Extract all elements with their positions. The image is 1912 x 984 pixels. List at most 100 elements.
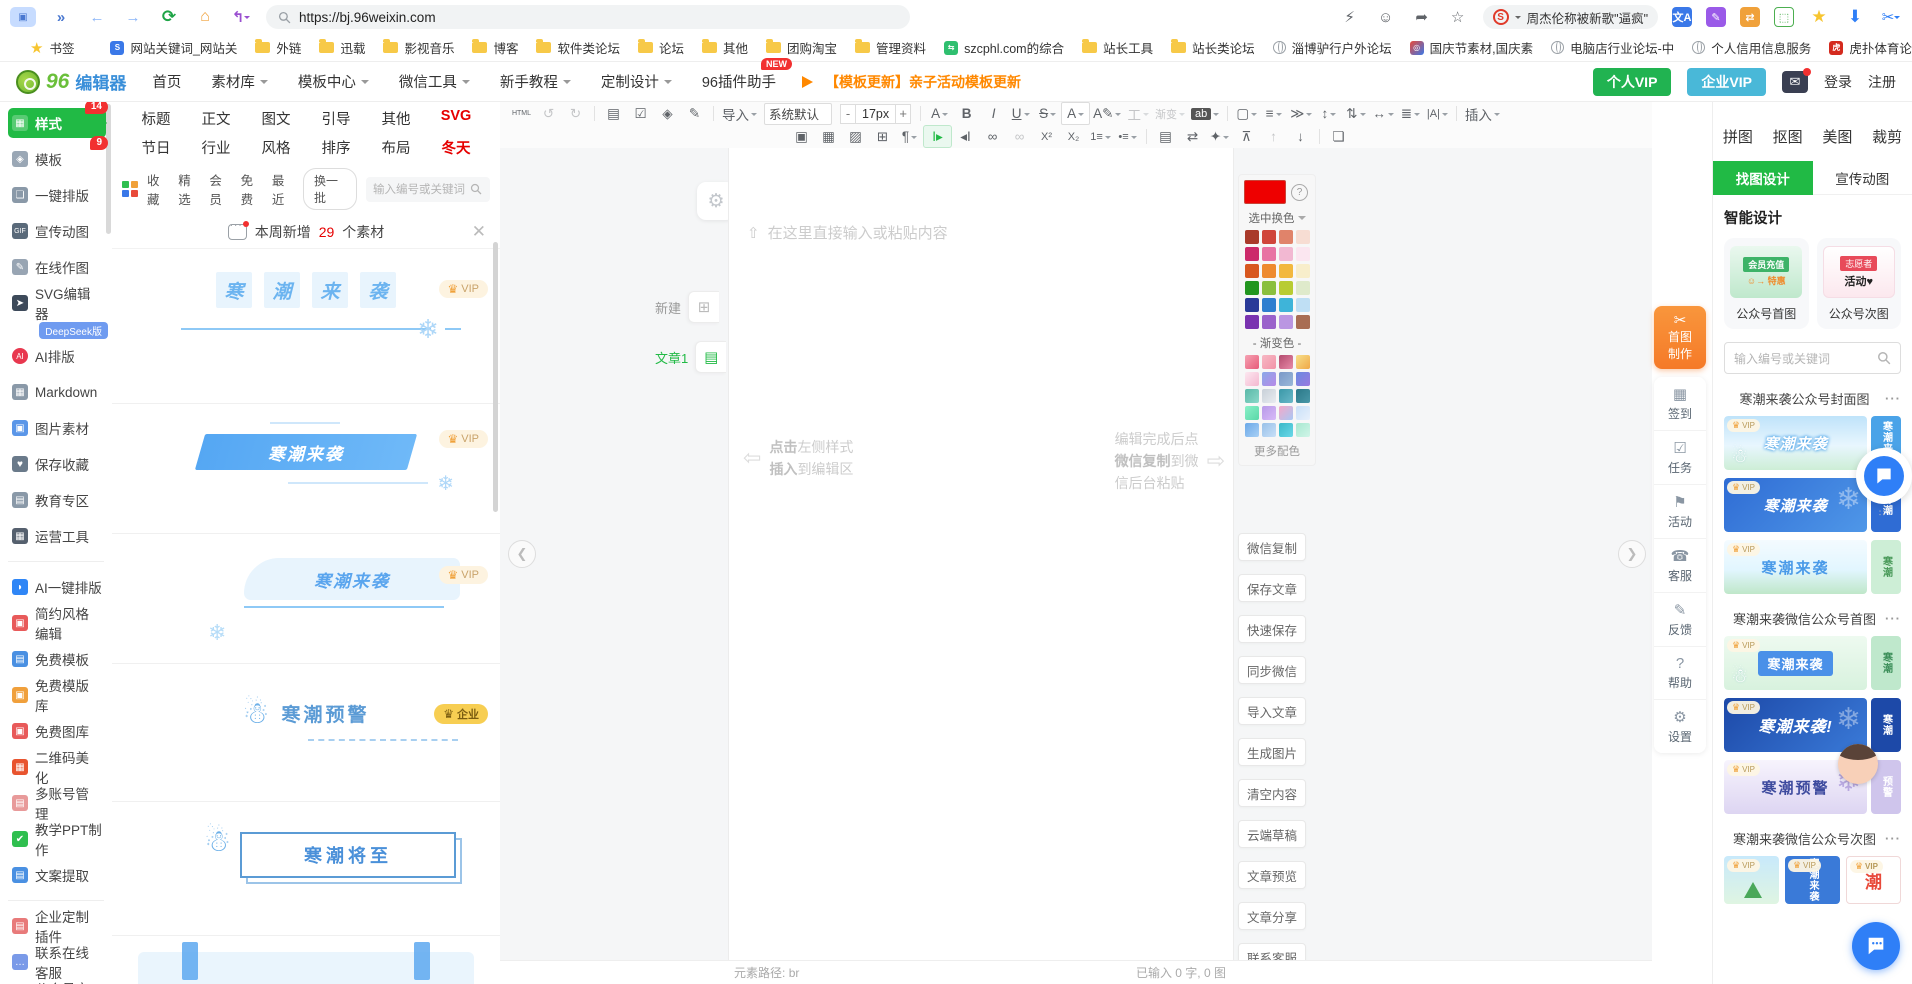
material-card[interactable]: ♛VIP寒潮来袭❄	[112, 422, 500, 534]
color-swatch[interactable]	[1296, 230, 1310, 244]
material-tab-节日[interactable]: 节日	[126, 137, 186, 158]
filter-精选[interactable]: 精选	[178, 170, 200, 208]
more-icon[interactable]: ···	[1885, 391, 1901, 406]
nav-item-素材库[interactable]: 素材库	[211, 71, 268, 92]
action-文章预览[interactable]: 文章预览	[1238, 861, 1306, 889]
sidebar-item-图片素材[interactable]: ▣图片素材	[8, 413, 106, 443]
template-thumb[interactable]: ♛VIP寒潮来袭	[1785, 856, 1840, 904]
float-drag-handle[interactable]: ∷	[1879, 508, 1887, 519]
bookmark-item[interactable]: 博客	[472, 38, 518, 57]
sidebar-item-免费模版库[interactable]: ▣免费模版库	[8, 680, 106, 710]
nav-item-定制设计[interactable]: 定制设计	[601, 71, 672, 92]
image-button[interactable]: ▣	[788, 126, 815, 147]
news-ticker[interactable]: S 周杰伦称被新歌"逼疯"	[1483, 5, 1658, 29]
color-swatch[interactable]	[1279, 230, 1293, 244]
more-colors-link[interactable]: 更多配色	[1244, 443, 1310, 459]
gradient-swatch[interactable]	[1279, 406, 1293, 420]
bookmark-item[interactable]: 电脑店行业论坛-中	[1551, 38, 1674, 57]
list-space-button[interactable]: ≣	[1397, 103, 1424, 124]
current-color-swatch[interactable]	[1244, 180, 1286, 204]
gradient-swatch[interactable]	[1262, 423, 1276, 437]
color-swatch[interactable]	[1262, 247, 1276, 261]
anchor-button[interactable]: ⊼	[1233, 126, 1260, 147]
bookmark-item[interactable]: 站长类论坛	[1171, 38, 1255, 57]
action-同步微信[interactable]: 同步微信	[1238, 656, 1306, 684]
down-button[interactable]: ↓	[1287, 126, 1314, 147]
action-快速保存[interactable]: 快速保存	[1238, 615, 1306, 643]
sidebar-item-免费模板[interactable]: ▤免费模板	[8, 644, 106, 674]
bookmark-item[interactable]: ⇆szcphl.com的综合	[944, 38, 1064, 57]
font-size-decrease[interactable]: -	[840, 104, 856, 124]
color-swatch[interactable]	[1279, 315, 1293, 329]
gradient-swatch[interactable]	[1296, 406, 1310, 420]
color-swatch[interactable]	[1279, 247, 1293, 261]
sup-button[interactable]: X²	[1033, 126, 1060, 147]
material-card[interactable]: ♛VIP寒潮来袭❄	[112, 272, 500, 404]
bookmark-item[interactable]: 影视音乐	[383, 38, 454, 57]
gradient-swatch[interactable]	[1245, 423, 1259, 437]
action-清空内容[interactable]: 清空内容	[1238, 779, 1306, 807]
article-tab-新建[interactable]: 新建⊞	[655, 291, 719, 323]
clean-button[interactable]: ✦	[1206, 126, 1233, 147]
template-banner[interactable]: ♛VIP☃寒潮来袭寒潮	[1724, 636, 1901, 690]
action-微信复制[interactable]: 微信复制	[1238, 533, 1306, 561]
insert-button[interactable]: 插入	[1462, 103, 1503, 124]
color-swatch[interactable]	[1279, 281, 1293, 295]
para-style-button[interactable]: ¶	[896, 126, 923, 147]
gradient-swatch[interactable]	[1262, 406, 1276, 420]
color-swatch[interactable]	[1262, 230, 1276, 244]
color-swatch[interactable]	[1245, 281, 1259, 295]
gradient-swatch[interactable]	[1262, 372, 1276, 386]
gradient-swatch[interactable]	[1279, 355, 1293, 369]
action-云端草稿[interactable]: 云端草稿	[1238, 820, 1306, 848]
bold-button[interactable]: B	[953, 103, 980, 124]
font-family-select[interactable]: 系统默认	[764, 103, 832, 125]
gradient-button[interactable]: 渐变	[1152, 103, 1188, 124]
template-thumb[interactable]: ♛VIP潮	[1846, 856, 1901, 904]
service-avatar[interactable]	[1838, 744, 1878, 784]
para-space-button[interactable]: ↕	[1315, 103, 1342, 124]
gradient-swatch[interactable]	[1296, 423, 1310, 437]
nav-item-首页[interactable]: 首页	[152, 71, 181, 92]
material-card[interactable]: ♛企业☃寒潮预警	[112, 696, 500, 802]
browser-tab-icon[interactable]: ▣	[10, 7, 36, 27]
margin-button[interactable]: ↔	[1369, 103, 1397, 124]
underline-button[interactable]: U	[1007, 103, 1034, 124]
gradient-swatch[interactable]	[1245, 355, 1259, 369]
help-icon[interactable]: ?	[1291, 184, 1308, 201]
action-保存文章[interactable]: 保存文章	[1238, 574, 1306, 602]
style-pen-button[interactable]: A✎	[1090, 103, 1124, 124]
gradient-swatch[interactable]	[1279, 423, 1293, 437]
favorites-star-icon[interactable]: ★	[1808, 6, 1830, 28]
share-icon[interactable]: ➦	[1411, 6, 1433, 28]
material-tab-冬天[interactable]: 冬天	[426, 137, 486, 158]
template-banner[interactable]: ♛VIP寒潮来袭寒潮	[1724, 540, 1901, 594]
sidebar-item-二维码美化[interactable]: ▦二维码美化	[8, 752, 106, 782]
material-tab-行业[interactable]: 行业	[186, 137, 246, 158]
bookmark-item[interactable]: ★书签	[30, 38, 74, 57]
find-replace-button[interactable]: ⇄	[1179, 126, 1206, 147]
material-scrollbar[interactable]	[493, 242, 498, 512]
sidebar-item-多账号管理[interactable]: ▤多账号管理	[8, 788, 106, 818]
gradient-swatch[interactable]	[1279, 372, 1293, 386]
html-button[interactable]: HTML	[508, 103, 535, 124]
bookmark-item[interactable]: 其他	[702, 38, 748, 57]
color-swap-label[interactable]: 选中换色	[1244, 210, 1310, 226]
fullscreen-button[interactable]: ❏	[1325, 126, 1352, 147]
rail-签到[interactable]: ▦签到	[1654, 377, 1706, 431]
reload-icon[interactable]: ⟳	[158, 6, 180, 28]
sidebar-item-一键排版[interactable]: ❏一键排版	[8, 180, 106, 210]
material-tab-引导[interactable]: 引导	[306, 108, 366, 129]
material-tab-风格[interactable]: 风格	[246, 137, 306, 158]
download-icon[interactable]: ⬇	[1844, 6, 1866, 28]
bookmark-item[interactable]: 虎虎扑体育论坛	[1829, 38, 1912, 57]
sidebar-item-在线作图[interactable]: ✎在线作图	[8, 252, 106, 282]
more-icon[interactable]: ···	[1885, 831, 1901, 846]
sidebar-item-免费图库[interactable]: ▣免费图库	[8, 716, 106, 746]
material-card[interactable]: ♛VIP寒潮来袭❄	[112, 558, 500, 664]
translate-extension-icon[interactable]: 文A	[1672, 7, 1692, 27]
import-button[interactable]: 导入	[719, 103, 760, 124]
image-tool-tab-拼图[interactable]: 拼图	[1723, 126, 1753, 147]
sidebar-item-SVG编辑器[interactable]: ➤SVG编辑器	[8, 288, 106, 318]
rail-客服[interactable]: ☎客服	[1654, 539, 1706, 593]
